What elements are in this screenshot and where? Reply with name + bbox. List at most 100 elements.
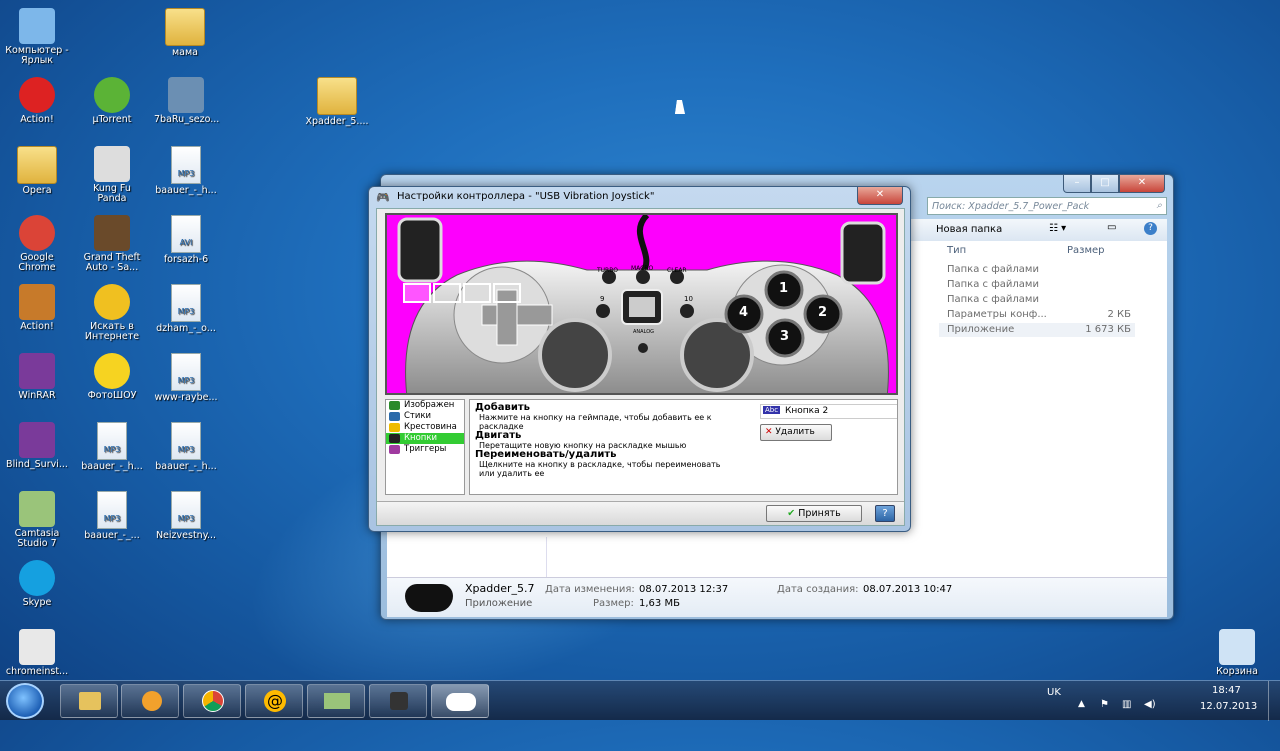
language-indicator[interactable]: UK (1047, 687, 1061, 698)
close-button[interactable]: ✕ (1119, 175, 1165, 193)
table-row[interactable]: Папка с файлами (939, 263, 1135, 277)
desktop-icon[interactable]: MP3 baauer_-_h... (154, 146, 218, 196)
desktop-icon[interactable]: AVI forsazh-6 (154, 215, 218, 265)
slot-3[interactable] (463, 283, 491, 303)
desktop-icon[interactable]: Компьютер - Ярлык (5, 8, 69, 66)
desktop-icon[interactable]: MP3 dzham_-_o... (154, 284, 218, 334)
desktop-icon[interactable]: мама (153, 8, 217, 58)
desktop-icon-label: Google Chrome (18, 252, 56, 273)
taskbar-camtasia[interactable] (307, 684, 365, 718)
taskbar-media-player[interactable] (121, 684, 179, 718)
desktop-icon[interactable]: chromeinst... (5, 629, 69, 677)
folder-icon (317, 77, 357, 115)
menu-item[interactable]: Изображен (386, 400, 464, 411)
created-value: 08.07.2013 10:47 (863, 584, 953, 595)
taskbar-mail[interactable]: @ (245, 684, 303, 718)
desktop-icon[interactable]: Корзина (1205, 629, 1269, 677)
help-button[interactable]: ? (875, 505, 895, 522)
desktop-icon-label: ФотоШОУ (87, 390, 137, 401)
maximize-button[interactable]: □ (1091, 175, 1119, 193)
computer-icon (19, 8, 55, 44)
menu-item[interactable]: Кнопки (386, 433, 464, 444)
delete-button[interactable]: ✕ Удалить (760, 424, 832, 441)
desktop-icon[interactable]: Action! (5, 77, 69, 125)
help-text: Щелкните на кнопку в раскладке, чтобы пе… (479, 460, 721, 478)
desktop-icon[interactable]: ФотоШОУ (80, 353, 144, 401)
desktop-icon[interactable]: µTorrent (80, 77, 144, 125)
taskbar-chrome[interactable] (183, 684, 241, 718)
modified-label: Дата изменения: (545, 584, 635, 595)
camtasia-icon (324, 693, 350, 709)
desktop-icon[interactable]: Action! (5, 284, 69, 332)
turbo-label: TURBO (597, 267, 618, 274)
desktop-icon[interactable]: Google Chrome (5, 215, 69, 273)
show-desktop-button[interactable] (1268, 681, 1280, 721)
desktop-icon[interactable]: MP3 baauer_-_... (80, 491, 144, 541)
table-row[interactable]: Папка с файлами (939, 293, 1135, 307)
tray-arrow-icon[interactable]: ▲ (1078, 699, 1085, 709)
desktop-icon[interactable]: MP3 Neizvestny... (154, 491, 218, 541)
start-button[interactable] (6, 683, 44, 719)
desktop-icon-label: baauer_-_h... (81, 461, 143, 472)
desktop-icon-label: Skype (22, 597, 52, 608)
mouse-cursor-icon (675, 100, 687, 114)
desktop-icon[interactable]: Искать в Интернете (80, 284, 144, 342)
menu-item[interactable]: Стики (386, 411, 464, 422)
network-icon[interactable]: ▥ (1122, 699, 1131, 710)
minimize-button[interactable]: – (1063, 175, 1091, 193)
desktop-icon[interactable]: MP3 www-raybe... (154, 353, 218, 403)
media-player-icon (142, 691, 162, 711)
clock-date[interactable]: 12.07.2013 (1200, 701, 1257, 712)
button-1[interactable]: 1 (779, 281, 788, 296)
clock-time[interactable]: 18:47 (1212, 685, 1241, 696)
winrar-icon (19, 422, 55, 458)
mp3-icon: MP3 (171, 284, 201, 322)
video-icon (168, 77, 204, 113)
accept-button[interactable]: ✔ Принять (766, 505, 862, 522)
button-3[interactable]: 3 (780, 329, 789, 344)
column-size[interactable]: Размер (1067, 245, 1105, 256)
desktop-icon[interactable]: Xpadder_5.... (305, 77, 369, 127)
desktop-icon-label: Kung Fu Panda (93, 183, 131, 204)
table-row[interactable]: Приложение 1 673 КБ (939, 323, 1135, 337)
volume-icon[interactable]: ◀) (1144, 699, 1156, 710)
table-row[interactable]: Параметры конф... 2 КБ (939, 308, 1135, 322)
controller-canvas[interactable]: TURBO MACRO CLEAR 9 10 ANALOG 1 2 3 4 (385, 213, 898, 395)
desktop-icon[interactable]: Opera (5, 146, 69, 196)
menu-item[interactable]: Триггеры (386, 444, 464, 455)
desktop-icon[interactable]: MP3 baauer_-_h... (80, 422, 144, 472)
desktop-icon[interactable]: Camtasia Studio 7 (5, 491, 69, 549)
table-row[interactable]: Папка с файлами (939, 278, 1135, 292)
help-icon[interactable]: ? (1144, 222, 1157, 235)
chrome-icon (202, 690, 224, 712)
controller-settings-dialog[interactable]: 🎮 Настройки контроллера - "USB Vibration… (368, 186, 911, 532)
new-folder-button[interactable]: Новая папка (936, 224, 1002, 235)
desktop-icon[interactable]: Grand Theft Auto - Sa... (80, 215, 144, 273)
desktop-icon[interactable]: Kung Fu Panda (80, 146, 144, 204)
slot-1[interactable] (403, 283, 431, 303)
view-icon[interactable]: ☷ ▾ (1049, 223, 1066, 234)
size-value: 1,63 МБ (639, 598, 680, 609)
slot-4[interactable] (493, 283, 521, 303)
menu-item-icon (389, 412, 400, 421)
desktop-icon[interactable]: MP3 baauer_-_h... (154, 422, 218, 472)
menu-item[interactable]: Крестовина (386, 422, 464, 433)
column-type[interactable]: Тип (947, 245, 966, 256)
taskbar-explorer[interactable] (60, 684, 118, 718)
taskbar-camera[interactable] (369, 684, 427, 718)
button-2[interactable]: 2 (818, 305, 827, 320)
desktop-icon-label: µTorrent (92, 114, 132, 125)
taskbar-xpadder[interactable] (431, 684, 489, 718)
desktop-icon[interactable]: Blind_Survi... (5, 422, 69, 470)
button-4[interactable]: 4 (739, 305, 748, 320)
slot-2[interactable] (433, 283, 461, 303)
search-input[interactable]: Поиск: Xpadder_5.7_Power_Pack ⌕ (927, 197, 1167, 215)
name-field[interactable]: Abc Кнопка 2 (760, 404, 897, 419)
taskbar: @ UK ▲ ⚑ ▥ ◀) 18:47 12.07.2013 (0, 680, 1280, 721)
desktop-icon[interactable]: Skype (5, 560, 69, 608)
flag-icon[interactable]: ⚑ (1100, 699, 1109, 710)
preview-pane-icon[interactable]: ▭ (1107, 222, 1116, 233)
dialog-close-button[interactable]: ✕ (857, 187, 903, 205)
desktop-icon[interactable]: 7baRu_sezo... (154, 77, 219, 125)
desktop-icon[interactable]: WinRAR (5, 353, 69, 401)
